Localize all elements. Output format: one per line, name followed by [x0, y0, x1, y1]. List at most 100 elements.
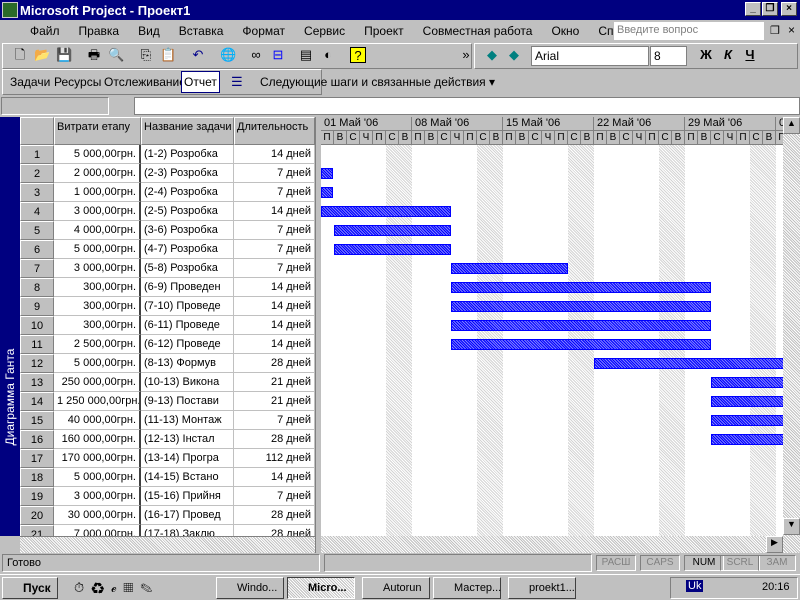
task-bar[interactable] [451, 263, 568, 274]
ask-question-input[interactable]: Введите вопрос [614, 22, 764, 40]
task-bar[interactable] [594, 358, 783, 369]
cost-cell[interactable]: 3 000,00грн. [54, 259, 141, 278]
duration-cell[interactable]: 28 дней [234, 354, 315, 373]
select-all-corner[interactable] [20, 117, 54, 145]
row-number[interactable]: 6 [20, 240, 54, 259]
gantt-chart[interactable]: 01 Май '06 П В С Ч П С В 08 Май '06 П В С Ч П С В 15 Май… [321, 117, 783, 536]
task-name-cell[interactable]: (5-8) Розробка [141, 259, 234, 278]
cost-cell[interactable]: 1 250 000,00грн. [54, 392, 141, 411]
task-bar[interactable] [711, 396, 783, 407]
duration-cell[interactable]: 7 дней [234, 183, 315, 202]
view-bar[interactable] [0, 117, 20, 536]
task-bar[interactable] [334, 244, 451, 255]
cost-cell[interactable]: 170 000,00грн. [54, 449, 141, 468]
taskbar-button[interactable]: Autorun [362, 577, 430, 599]
row-number[interactable]: 11 [20, 335, 54, 354]
row-number[interactable]: 20 [20, 506, 54, 525]
notes-icon[interactable]: ◐ [320, 47, 336, 63]
guide-tasks[interactable]: Задачи [10, 75, 50, 89]
column-header-cost[interactable]: Витрати етапу [54, 117, 141, 145]
unlink-icon[interactable]: ⊟ [270, 47, 286, 63]
task-name-cell[interactable]: (13-14) Програ [141, 449, 234, 468]
menu-item[interactable]: Сервис [304, 24, 345, 38]
duration-cell[interactable]: 28 дней [234, 506, 315, 525]
menu-item[interactable]: Совместная работа [423, 24, 533, 38]
column-header-duration[interactable]: Длительность [234, 117, 315, 145]
task-bar[interactable] [451, 339, 711, 350]
row-number[interactable]: 17 [20, 449, 54, 468]
menu-item[interactable]: Правка [79, 24, 120, 38]
duration-cell[interactable]: 21 дней [234, 392, 315, 411]
cost-cell[interactable]: 300,00грн. [54, 316, 141, 335]
cost-cell[interactable]: 40 000,00грн. [54, 411, 141, 430]
cost-cell[interactable]: 3 000,00грн. [54, 202, 141, 221]
duration-cell[interactable]: 21 дней [234, 373, 315, 392]
copy-icon[interactable]: ⎘ [138, 47, 154, 63]
duration-cell[interactable]: 14 дней [234, 145, 315, 164]
row-number[interactable]: 14 [20, 392, 54, 411]
task-bar[interactable] [334, 225, 451, 236]
cost-cell[interactable]: 4 000,00грн. [54, 221, 141, 240]
task-name-cell[interactable]: (3-6) Розробка [141, 221, 234, 240]
restore-button[interactable]: ❐ [762, 2, 778, 16]
task-name-cell[interactable]: (1-2) Розробка [141, 145, 234, 164]
row-number[interactable]: 9 [20, 297, 54, 316]
taskbar-button[interactable]: Windo... [216, 577, 284, 599]
task-name-cell[interactable]: (16-17) Провед [141, 506, 234, 525]
link-icon[interactable]: ∞ [248, 47, 264, 63]
row-number[interactable]: 5 [20, 221, 54, 240]
task-name-cell[interactable]: (15-16) Прийня [141, 487, 234, 506]
duration-cell[interactable]: 112 дней [234, 449, 315, 468]
scroll-down-button[interactable]: ▼ [783, 518, 800, 535]
cost-cell[interactable]: 1 000,00грн. [54, 183, 141, 202]
cost-cell[interactable]: 160 000,00грн. [54, 430, 141, 449]
cost-cell[interactable]: 2 500,00грн. [54, 335, 141, 354]
task-name-cell[interactable]: (8-13) Формув [141, 354, 234, 373]
paste-icon[interactable]: 📋 [160, 47, 176, 63]
duration-cell[interactable]: 14 дней [234, 316, 315, 335]
duration-cell[interactable]: 7 дней [234, 259, 315, 278]
menu-item[interactable]: Окно [551, 24, 579, 38]
menu-item[interactable]: Файл [30, 24, 60, 38]
print-icon[interactable]: 🖶 [86, 47, 102, 63]
cost-cell[interactable]: 5 000,00грн. [54, 468, 141, 487]
next-steps-menu[interactable]: Следующие шаги и связанные действия ▾ [260, 75, 495, 89]
table-horizontal-scrollbar[interactable] [20, 536, 315, 553]
cost-cell[interactable]: 5 000,00грн. [54, 354, 141, 373]
duration-cell[interactable]: 28 дней [234, 430, 315, 449]
cost-cell[interactable]: 2 000,00грн. [54, 164, 141, 183]
more-icon[interactable]: » [458, 47, 474, 63]
duration-cell[interactable]: 7 дней [234, 164, 315, 183]
close-button[interactable]: × [781, 2, 797, 16]
back-arrow-icon[interactable]: ◆ [484, 47, 500, 63]
cost-cell[interactable]: 3 000,00грн. [54, 487, 141, 506]
doc-restore-icon[interactable]: ❐ [770, 24, 780, 37]
row-number[interactable]: 4 [20, 202, 54, 221]
task-bar[interactable] [711, 415, 783, 426]
font-size-select[interactable]: 8 [650, 46, 687, 66]
task-name-cell[interactable]: (6-9) Проведен [141, 278, 234, 297]
cost-cell[interactable]: 5 000,00грн. [54, 240, 141, 259]
gantt-horizontal-scrollbar[interactable] [321, 536, 783, 553]
row-number[interactable]: 16 [20, 430, 54, 449]
duration-cell[interactable]: 7 дней [234, 487, 315, 506]
gantt-vertical-scrollbar[interactable] [783, 117, 800, 553]
task-name-cell[interactable]: (6-11) Проведе [141, 316, 234, 335]
task-bar[interactable] [451, 282, 711, 293]
forward-arrow-icon[interactable]: ◆ [506, 47, 522, 63]
duration-cell[interactable]: 14 дней [234, 335, 315, 354]
task-name-cell[interactable]: (10-13) Викона [141, 373, 234, 392]
new-icon[interactable]: 🗋 [12, 47, 28, 63]
row-number[interactable]: 7 [20, 259, 54, 278]
web-icon[interactable]: 🌐 [220, 47, 236, 63]
save-icon[interactable]: 💾 [56, 47, 72, 63]
task-bar[interactable] [321, 206, 451, 217]
task-name-cell[interactable]: (2-5) Розробка [141, 202, 234, 221]
guide-resources[interactable]: Ресурсы [54, 75, 101, 89]
task-name-cell[interactable]: (12-13) Інстал [141, 430, 234, 449]
task-bar[interactable] [451, 301, 711, 312]
menu-item[interactable]: Вид [138, 24, 160, 38]
task-name-cell[interactable]: (11-13) Монтаж [141, 411, 234, 430]
task-info-icon[interactable]: ▤ [298, 47, 314, 63]
row-number[interactable]: 19 [20, 487, 54, 506]
